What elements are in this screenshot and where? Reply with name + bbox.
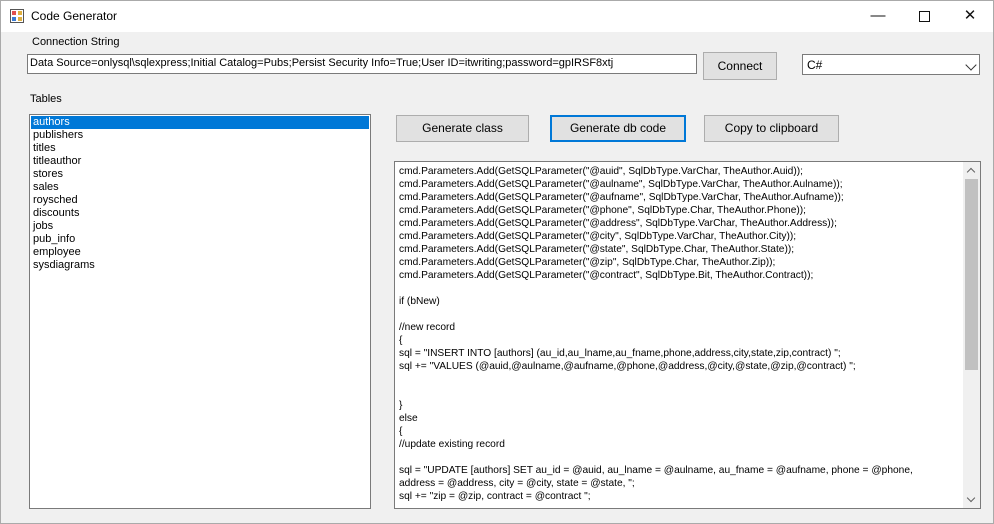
code-line: { xyxy=(399,426,403,437)
code-line: if (bNew) xyxy=(399,296,440,307)
list-item[interactable]: sales xyxy=(31,181,369,194)
list-item[interactable]: authors xyxy=(31,116,369,129)
connect-button[interactable]: Connect xyxy=(703,52,777,80)
close-button[interactable]: ✕ xyxy=(947,1,993,32)
scroll-down-button[interactable] xyxy=(963,491,980,508)
code-output-content: cmd.Parameters.Add(GetSQLParameter("@aui… xyxy=(399,165,955,505)
list-item[interactable]: jobs xyxy=(31,220,369,233)
code-line: cmd.Parameters.Add(GetSQLParameter("@aui… xyxy=(399,166,803,177)
code-line: } xyxy=(399,400,403,411)
code-line: cmd.Parameters.Add(GetSQLParameter("@cit… xyxy=(399,231,797,242)
minimize-button[interactable]: — xyxy=(855,1,901,32)
code-line: cmd.Parameters.Add(GetSQLParameter("@con… xyxy=(399,270,814,281)
code-line: cmd.Parameters.Add(GetSQLParameter("@zip… xyxy=(399,257,776,268)
minimize-icon: — xyxy=(870,7,886,24)
code-line: //new record xyxy=(399,322,456,333)
code-generator-window: Code Generator — ✕ Connection String Dat… xyxy=(0,0,994,524)
generate-db-code-button[interactable]: Generate db code xyxy=(550,115,686,142)
maximize-button[interactable] xyxy=(901,1,947,32)
list-item[interactable]: roysched xyxy=(31,194,369,207)
maximize-icon xyxy=(918,11,930,22)
code-line: address = @address, city = @city, state … xyxy=(399,478,635,489)
code-output-textarea[interactable]: cmd.Parameters.Add(GetSQLParameter("@aui… xyxy=(394,161,981,509)
close-icon: ✕ xyxy=(963,7,977,24)
code-line: cmd.Parameters.Add(GetSQLParameter("@sta… xyxy=(399,244,795,255)
window-title: Code Generator xyxy=(31,9,118,23)
tables-listbox[interactable]: authors publishers titles titleauthor st… xyxy=(29,114,371,509)
list-item[interactable]: publishers xyxy=(31,129,369,142)
code-vertical-scrollbar[interactable] xyxy=(963,162,980,508)
tables-label: Tables xyxy=(30,93,62,105)
language-selected-value: C# xyxy=(807,58,823,72)
chevron-down-icon xyxy=(966,493,976,503)
list-item[interactable]: titleauthor xyxy=(31,155,369,168)
code-line: cmd.Parameters.Add(GetSQLParameter("@auf… xyxy=(399,192,844,203)
scroll-up-button[interactable] xyxy=(963,162,980,179)
chevron-up-icon xyxy=(966,167,976,177)
code-line: sql += "zip = @zip, contract = @contract… xyxy=(399,491,591,502)
code-line: //update existing record xyxy=(399,439,505,450)
code-line: cmd.Parameters.Add(GetSQLParameter("@pho… xyxy=(399,205,806,216)
code-line: sql = "INSERT INTO [authors] (au_id,au_l… xyxy=(399,348,841,359)
list-item[interactable]: stores xyxy=(31,168,369,181)
code-generator-app-icon xyxy=(10,9,24,23)
list-item[interactable]: employee xyxy=(31,246,369,259)
title-bar[interactable]: Code Generator — ✕ xyxy=(1,1,993,32)
copy-to-clipboard-button[interactable]: Copy to clipboard xyxy=(704,115,839,142)
code-line: sql += "VALUES (@auid,@aulname,@aufname,… xyxy=(399,361,856,372)
code-line: cmd.Parameters.Add(GetSQLParameter("@add… xyxy=(399,218,837,229)
list-item[interactable]: pub_info xyxy=(31,233,369,246)
connection-string-label: Connection String xyxy=(32,36,120,48)
code-line: else xyxy=(399,413,418,424)
connection-string-input[interactable]: Data Source=onlysql\sqlexpress;Initial C… xyxy=(27,54,697,74)
list-item[interactable]: sysdiagrams xyxy=(31,259,369,272)
generate-class-button[interactable]: Generate class xyxy=(396,115,529,142)
scroll-thumb[interactable] xyxy=(965,179,978,370)
code-line: sql = "UPDATE [authors] SET au_id = @aui… xyxy=(399,465,913,476)
chevron-down-icon xyxy=(965,59,977,71)
code-line: cmd.Parameters.Add(GetSQLParameter("@aul… xyxy=(399,179,843,190)
language-select[interactable]: C# xyxy=(802,54,980,75)
list-item[interactable]: titles xyxy=(31,142,369,155)
list-item[interactable]: discounts xyxy=(31,207,369,220)
code-line: { xyxy=(399,335,403,346)
